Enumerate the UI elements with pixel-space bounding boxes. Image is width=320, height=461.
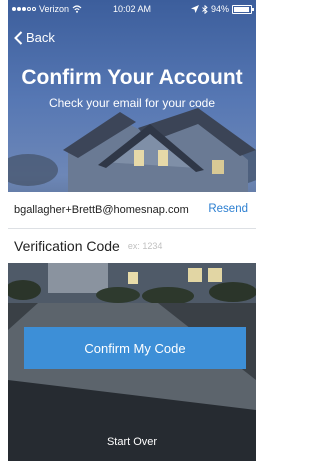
email-value: bgallagher+BrettB@homesnap.com bbox=[14, 204, 189, 216]
battery-icon bbox=[232, 4, 254, 14]
battery-percent: 94% bbox=[210, 4, 229, 14]
page-title: Confirm Your Account bbox=[21, 66, 243, 89]
chevron-left-icon bbox=[14, 30, 23, 45]
location-arrow-icon bbox=[190, 5, 199, 13]
back-label: Back bbox=[26, 30, 55, 45]
battery-fill bbox=[234, 6, 249, 12]
email-row: bgallagher+BrettB@homesnap.com Resend bbox=[8, 192, 256, 229]
verification-code-input[interactable] bbox=[125, 240, 220, 252]
verification-code-label: Verification Code bbox=[14, 238, 120, 254]
start-over-button[interactable]: Start Over bbox=[8, 436, 256, 448]
confirm-code-button[interactable]: Confirm My Code bbox=[24, 327, 246, 369]
bluetooth-icon bbox=[202, 4, 208, 14]
status-right: 94% bbox=[190, 4, 254, 14]
page-subtitle: Check your email for your code bbox=[48, 96, 216, 110]
back-button[interactable]: Back bbox=[14, 30, 55, 45]
verification-code-row: Verification Code bbox=[8, 229, 256, 263]
phone-screen: Verizon 10:02 AM 94% Back Confirm Your A… bbox=[8, 0, 256, 461]
status-bar: Verizon 10:02 AM 94% bbox=[8, 0, 256, 18]
resend-link[interactable]: Resend bbox=[208, 203, 248, 215]
